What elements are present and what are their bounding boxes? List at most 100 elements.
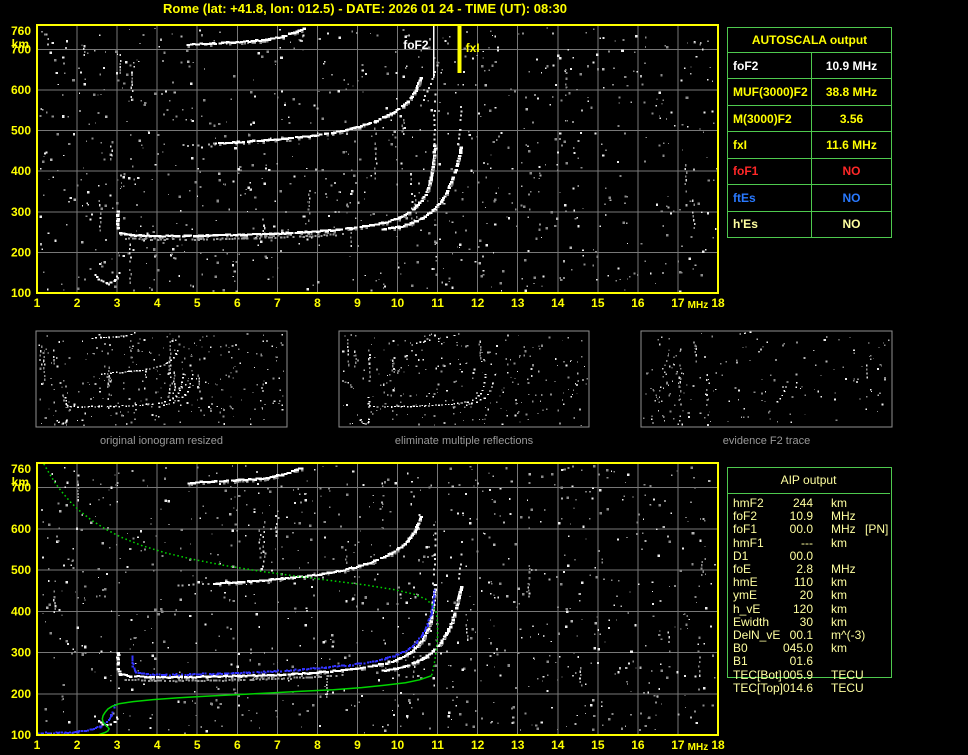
aip-label: h_vE (733, 601, 761, 616)
aip-label: hmF1 (733, 535, 764, 550)
aip-unit: km (831, 614, 847, 629)
autoscala-row: M(3000)F2 3.56 (728, 105, 891, 133)
x-tick-label: 9 (354, 296, 361, 310)
autoscala-row-value: 11.6 MHz (826, 137, 877, 152)
aip-row: hmF1 --- km (727, 535, 892, 550)
y-tick-label: 500 (11, 563, 31, 577)
x-tick-label: 12 (471, 738, 485, 752)
x-tick-label: 7 (274, 296, 281, 310)
autoscala-row-label: foF2 (728, 53, 812, 79)
autoscala-row-value: 10.9 MHz (825, 58, 878, 73)
x-tick-label: 17 (671, 738, 685, 752)
aip-row: foF2 10.9 MHz (727, 510, 892, 523)
aip-row: foF1 00.0 MHz [PN] (727, 523, 892, 536)
x-tick-label: 13 (511, 738, 525, 752)
x-tick-label: 13 (511, 296, 525, 310)
x-tick-label: 11 (431, 296, 444, 310)
x-tick-label: 17 (671, 296, 685, 310)
aip-row: D1 00.0 (727, 548, 892, 563)
aip-row: foE 2.8 MHz (727, 563, 892, 576)
autoscala-row-label: ftEs (728, 185, 812, 211)
aip-row: TEC[Top] 014.6 TECU (727, 681, 892, 695)
aip-row: TEC[Bot] 005.9 TECU (727, 667, 892, 682)
aip-profile-plot: 760700600500400300200100km1 2 3 4 5 6 7 8 9 10 11 1… (11, 462, 725, 753)
aip-row: hmE 110 km (727, 576, 892, 589)
x-tick-label: 16 (631, 296, 645, 310)
aip-value: 110 (793, 575, 813, 590)
aip-value: 120 (792, 601, 813, 616)
y-tick-label: 200 (11, 245, 31, 259)
aip-label: B0 (733, 641, 748, 656)
x-tick-label: 9 (354, 738, 361, 752)
autoscala-row-value: 3.56 (839, 111, 864, 126)
aip-label: foF1 (733, 522, 758, 537)
aip-value: 20 (799, 588, 813, 603)
x-tick-label: 3 (114, 296, 121, 310)
aip-label: hmF2 (733, 496, 764, 510)
x-tick-label: 5 (194, 296, 201, 310)
autoscala-row-value: NO (842, 164, 861, 179)
x-tick-label: 14 (551, 296, 565, 310)
aip-value: 244 (792, 496, 813, 510)
x-tick-label: 4 (154, 296, 161, 310)
x-tick-label: 10 (391, 296, 405, 310)
marker-label-fxI: fxI (466, 41, 480, 55)
x-tick-label: 8 (314, 296, 321, 310)
autoscala-table-title: AUTOSCALA output (728, 28, 891, 53)
aip-unit: MHz (831, 509, 856, 524)
aip-unit: km (831, 588, 847, 603)
aip-value: 045.0 (782, 641, 813, 656)
aip-value: 00.0 (789, 522, 813, 537)
y-tick-label: 500 (11, 124, 31, 138)
aip-row: h_vE 120 km (727, 601, 892, 616)
x-tick-label: 14 (551, 738, 565, 752)
panel-evidence-f2-trace (640, 330, 893, 428)
x-tick-label: 18 (711, 296, 725, 310)
aip-unit: km (831, 641, 847, 656)
aip-value: 00.0 (789, 548, 813, 563)
autoscala-row-value: NO (842, 190, 861, 205)
y-tick-label: 300 (11, 646, 31, 660)
aip-row: B0 045.0 km (727, 642, 892, 655)
x-tick-label: 2 (74, 296, 81, 310)
x-tick-label: 3 (114, 738, 121, 752)
aip-value: 10.9 (789, 509, 813, 524)
aip-value: --- (801, 535, 813, 550)
aip-unit: km (831, 535, 847, 550)
panel-caption-evidence: evidence F2 trace (722, 435, 811, 447)
aip-row: hmF2 244 km (727, 497, 892, 510)
autoscala-row: MUF(3000)F2 38.8 MHz (728, 79, 891, 106)
panel-original-ionogram (35, 330, 288, 428)
autoscala-row-label: fxI (728, 132, 812, 158)
aip-row: Ewidth 30 km (727, 614, 892, 629)
x-tick-label: 1 (34, 296, 41, 310)
x-tick-label: 8 (314, 738, 321, 752)
autoscala-row-label: M(3000)F2 (728, 105, 812, 132)
x-tick-label: 6 (234, 738, 241, 752)
y-tick-label: 100 (11, 728, 31, 742)
y-tick-label: 600 (11, 522, 31, 536)
aip-value: 005.9 (782, 667, 813, 682)
autoscala-output-table: AUTOSCALA output foF2 10.9 MHz MUF(3000)F2… (727, 27, 892, 238)
aip-unit: m^(-3) (831, 628, 866, 642)
aip-unit: km (831, 496, 847, 510)
x-tick-label: 6 (234, 296, 241, 310)
aip-label: foE (733, 562, 752, 576)
x-axis-unit-label: MHz (688, 742, 709, 753)
autoscala-row-label: foF1 (728, 158, 812, 185)
autoscala-row: foF2 10.9 MHz (728, 53, 891, 80)
x-tick-label: 7 (274, 738, 281, 752)
y-tick-label: 760 (11, 24, 31, 38)
aip-unit: km (831, 575, 847, 590)
aip-unit: TECU (831, 667, 864, 682)
aip-label: B1 (733, 654, 748, 669)
autoscala-screen: Rome (lat: +41.8, lon: 012.5) - DATE: 20… (0, 0, 968, 755)
autoscala-row-label: MUF(3000)F2 (728, 79, 812, 105)
x-tick-label: 5 (194, 738, 201, 752)
panel-caption-original: original ionogram resized (100, 435, 223, 447)
aip-row: DelN_vE 00.1 m^(-3) (727, 629, 892, 642)
aip-unit: MHz (831, 562, 856, 576)
autoscala-row-label: h'Es (728, 211, 812, 237)
y-tick-label: 100 (11, 286, 31, 300)
aip-row: ymE 20 km (727, 589, 892, 602)
